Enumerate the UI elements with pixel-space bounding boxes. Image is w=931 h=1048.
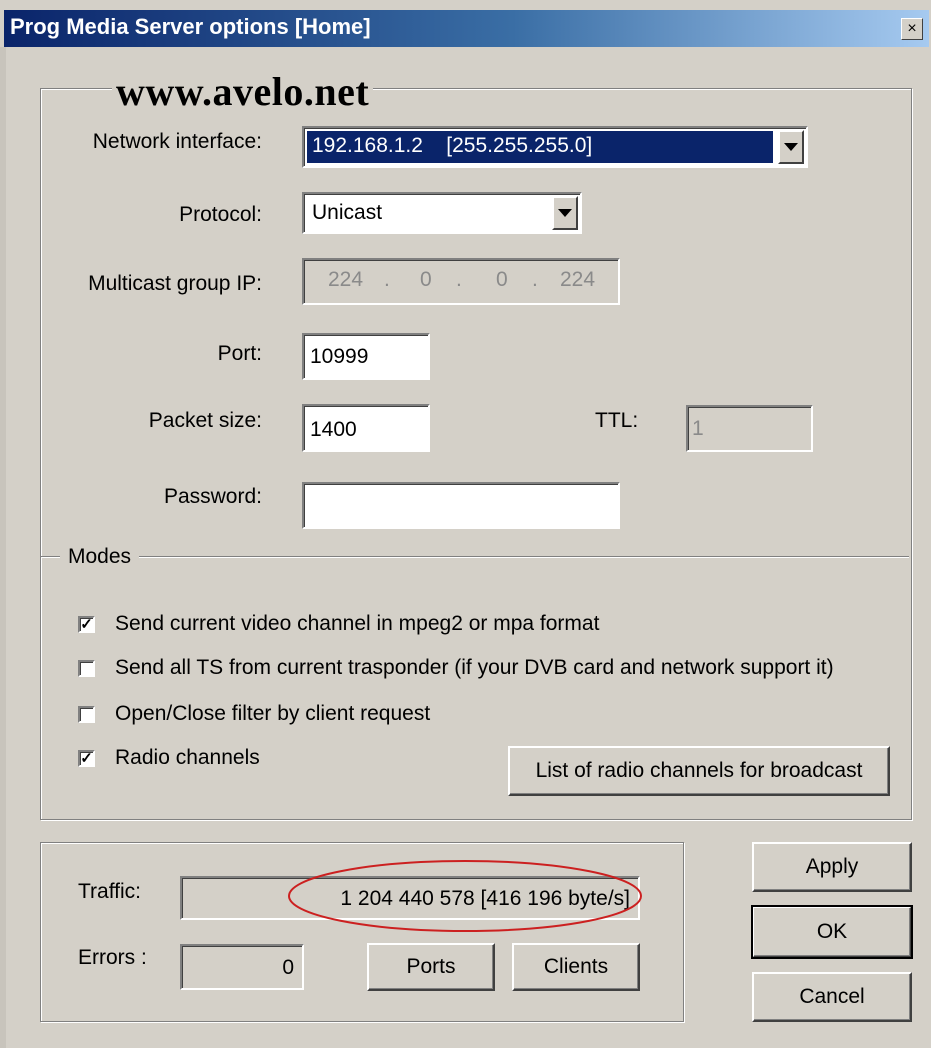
packet-size-label: Packet size: xyxy=(148,409,262,432)
radio-channels-list-button[interactable]: List of radio channels for broadcast xyxy=(508,746,890,796)
chevron-down-icon[interactable] xyxy=(778,130,804,164)
network-interface-value: 192.168.1.2 [255.255.255.0] xyxy=(307,131,773,163)
highlight-ellipse xyxy=(288,860,642,932)
protocol-label: Protocol: xyxy=(179,203,262,226)
apply-button[interactable]: Apply xyxy=(752,842,912,892)
mode-option-filter[interactable]: Open/Close filter by client request xyxy=(78,702,430,726)
checkbox-unchecked[interactable] xyxy=(78,659,95,677)
modes-title: Modes xyxy=(60,545,140,569)
ip-dot: . xyxy=(532,268,538,291)
window-title: Prog Media Server options [Home] xyxy=(10,14,371,39)
mode-option-mpeg2[interactable]: ✓ Send current video channel in mpeg2 or… xyxy=(78,612,599,636)
watermark-text: www.avelo.net xyxy=(112,68,374,115)
ttl-label: TTL: xyxy=(595,409,639,432)
errors-field: 0 xyxy=(180,944,304,990)
window-edge xyxy=(0,47,6,1048)
chevron-down-icon[interactable] xyxy=(552,196,578,230)
protocol-dropdown[interactable]: Unicast xyxy=(302,192,582,234)
multicast-ip-field: 224 . 0 . 0 . 224 xyxy=(302,258,620,305)
password-input[interactable] xyxy=(302,482,620,529)
mode-label: Radio channels xyxy=(115,746,260,769)
port-label: Port: xyxy=(217,342,262,365)
ok-button[interactable]: OK xyxy=(751,905,913,959)
mode-label: Send all TS from current trasponder (if … xyxy=(115,656,834,679)
errors-label: Errors : xyxy=(78,946,147,969)
ttl-input: 1 xyxy=(686,405,813,452)
mode-option-radio[interactable]: ✓ Radio channels xyxy=(78,746,260,770)
title-bar: Prog Media Server options [Home] × xyxy=(4,10,929,47)
multicast-ip-label: Multicast group IP: xyxy=(88,272,262,295)
port-input[interactable]: 10999 xyxy=(302,333,430,380)
checkbox-checked[interactable]: ✓ xyxy=(78,749,95,767)
network-interface-label: Network interface: xyxy=(92,130,262,153)
close-icon[interactable]: × xyxy=(901,18,923,40)
mode-option-ts[interactable]: Send all TS from current trasponder (if … xyxy=(78,656,834,680)
packet-size-input[interactable]: 1400 xyxy=(302,404,430,452)
password-label: Password: xyxy=(163,485,262,508)
ip-octet: 224 xyxy=(328,268,364,291)
checkbox-checked[interactable]: ✓ xyxy=(78,615,95,633)
network-interface-dropdown[interactable]: 192.168.1.2 [255.255.255.0] xyxy=(302,126,808,168)
errors-value: 0 xyxy=(282,956,294,979)
protocol-value: Unicast xyxy=(312,201,383,224)
ip-octet: 0 xyxy=(496,268,508,291)
ports-button[interactable]: Ports xyxy=(367,943,495,991)
mode-label: Send current video channel in mpeg2 or m… xyxy=(115,612,600,635)
ip-octet: 0 xyxy=(420,268,432,291)
traffic-label: Traffic: xyxy=(78,880,142,903)
ip-dot: . xyxy=(456,268,462,291)
checkbox-unchecked[interactable] xyxy=(78,705,95,723)
mode-label: Open/Close filter by client request xyxy=(115,702,431,725)
clients-button[interactable]: Clients xyxy=(512,943,640,991)
ip-octet: 224 xyxy=(560,268,596,291)
modes-divider xyxy=(41,556,909,557)
cancel-button[interactable]: Cancel xyxy=(752,972,912,1022)
ip-dot: . xyxy=(384,268,390,291)
